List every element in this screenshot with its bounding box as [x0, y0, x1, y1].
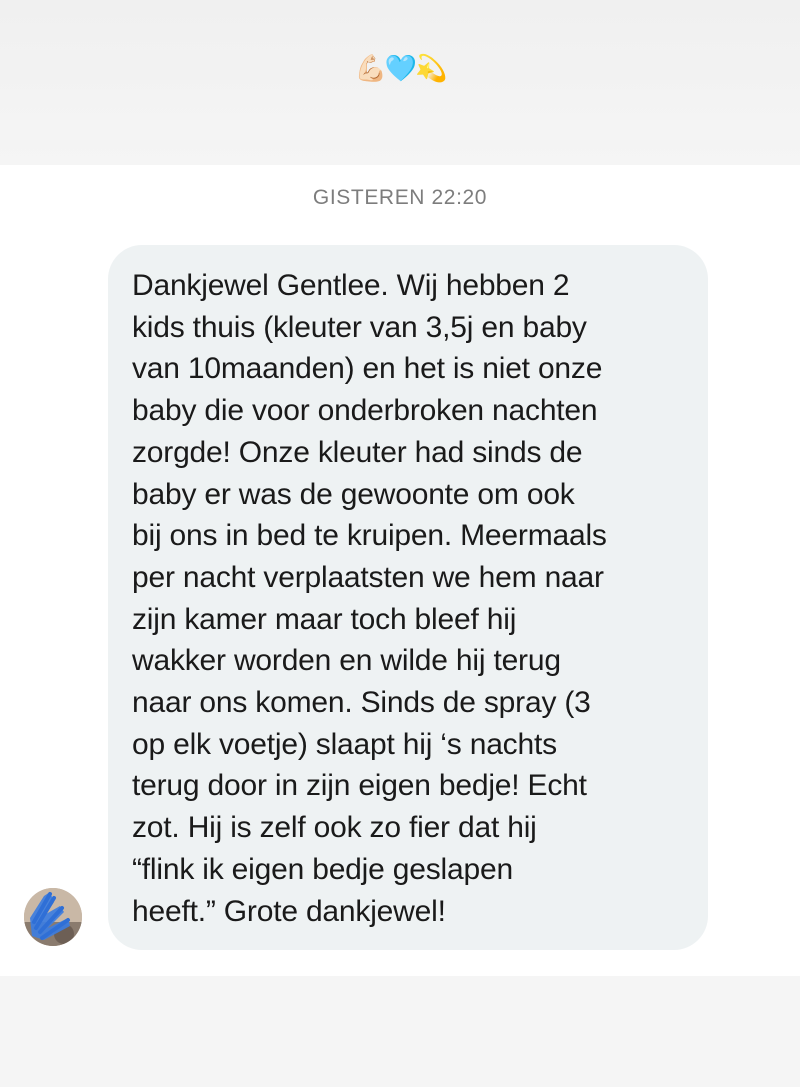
- chat-panel: GISTEREN 22:20 Dankjewel Gentlee. Wij he…: [0, 165, 800, 976]
- message-text: Dankjewel Gentlee. Wij hebben 2 kids thu…: [132, 269, 607, 928]
- message-bubble[interactable]: Dankjewel Gentlee. Wij hebben 2 kids thu…: [108, 245, 708, 950]
- dizzy-star-icon: 💫: [415, 54, 447, 84]
- message-timestamp: GISTEREN 22:20: [312, 186, 488, 209]
- flexed-biceps-icon: 💪🏻: [354, 54, 386, 84]
- story-header: 💪🏻🩵💫: [0, 0, 800, 165]
- reaction-emoji-row[interactable]: 💪🏻🩵💫: [0, 52, 800, 86]
- sender-avatar[interactable]: [24, 888, 82, 946]
- light-blue-heart-icon: 🩵: [384, 54, 417, 84]
- avatar-image: [24, 888, 82, 946]
- story-footer: [0, 976, 800, 1087]
